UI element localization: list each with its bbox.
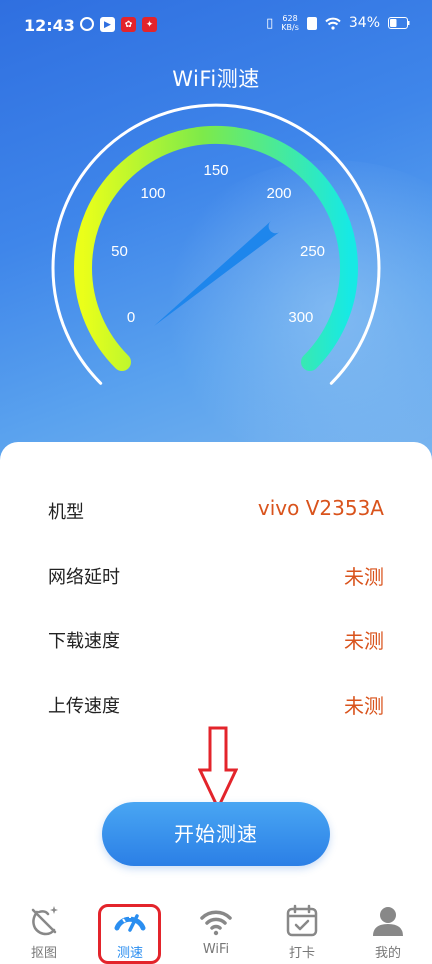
tab-mine[interactable]: 我的 [352,904,424,962]
download-label: 下载速度 [48,631,120,652]
active-tab-highlight [98,904,161,964]
upload-label: 上传速度 [48,696,120,717]
gauge-tick-label: 100 [140,185,165,202]
user-icon [373,907,403,936]
start-speed-test-button[interactable]: 开始测速 [102,802,330,866]
gauge-tick-label: 0 [127,309,135,326]
tab-cutout-label: 抠图 [30,946,57,961]
gauge-tick-label: 300 [288,309,313,326]
speed-gauge: 0 50 100 150 200 250 300 [51,103,381,385]
tab-cutout[interactable]: 抠图 [8,904,80,962]
gauge-needle [154,221,279,326]
gauge-tick-label: 200 [266,185,291,202]
tab-wifi[interactable]: WiFi [180,904,252,962]
calendar-check-icon [286,904,318,937]
info-row-model: 机型 vivo V2353A [48,494,384,524]
latency-value: 未测 [344,565,384,589]
down-arrow-annotation [198,726,238,810]
info-row-upload: 上传速度 未测 [48,688,384,718]
tab-wifi-label: WiFi [202,942,230,957]
tab-checkin[interactable]: 打卡 [266,904,338,962]
gauge-tick-label: 250 [300,243,325,260]
cutout-icon [31,906,58,936]
tab-mine-label: 我的 [374,946,401,961]
tab-checkin-label: 打卡 [288,946,315,961]
model-value: vivo V2353A [257,496,384,520]
wifi-icon [200,910,232,936]
upload-value: 未测 [344,694,384,718]
download-value: 未测 [344,629,384,653]
gauge-tick-label: 150 [203,162,228,179]
info-row-download: 下载速度 未测 [48,623,384,653]
bottom-tab-bar: 抠图 测速 WiFi 打卡 我的 [0,896,432,964]
latency-label: 网络延时 [48,567,120,588]
gauge-tick-label: 50 [111,243,128,260]
info-row-latency: 网络延时 未测 [48,559,384,589]
model-label: 机型 [48,502,84,523]
